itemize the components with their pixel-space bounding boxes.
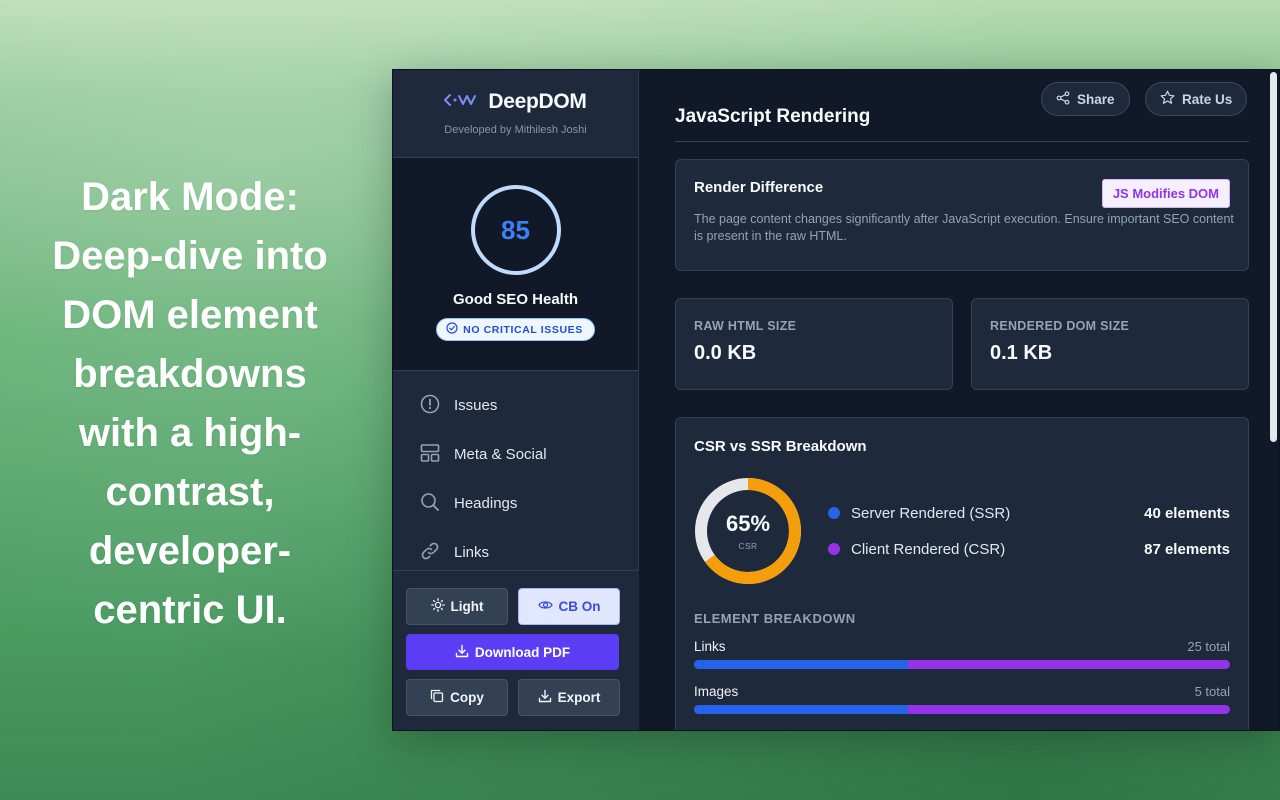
section-label: ELEMENT BREAKDOWN (694, 611, 856, 626)
js-modifies-badge: JS Modifies DOM (1101, 179, 1230, 208)
bar-track (694, 660, 1230, 669)
stat-value: 0.0 KB (694, 342, 757, 364)
scrollbar[interactable] (1267, 70, 1279, 730)
copy-label: Copy (450, 690, 484, 705)
sidebar-footer: Light CB On Download PDF Copy Export (393, 570, 639, 730)
share-icon (1056, 90, 1070, 108)
breakdown-row-links: Links 25 total (694, 639, 1230, 669)
bar-ssr-fill (694, 705, 909, 714)
card-title: CSR vs SSR Breakdown (694, 438, 867, 455)
page-title: JavaScript Rendering (675, 106, 871, 127)
page-header: JavaScript Rendering Share Rate Us (675, 70, 1249, 142)
sidebar-nav: Issues Meta & Social Headings Links (393, 371, 638, 577)
promo-line: Deep-dive into (52, 234, 328, 278)
brand-header: DeepDOM Developed by Mithilesh Joshi (393, 70, 638, 158)
brand-name: DeepDOM (488, 90, 587, 113)
promo-line: DOM element (62, 293, 318, 337)
score-label: Good SEO Health (452, 291, 578, 308)
share-label: Share (1077, 91, 1115, 107)
donut-caption: CSR (738, 541, 758, 551)
search-icon (420, 492, 440, 516)
stat-label: RENDERED DOM SIZE (990, 319, 1130, 333)
bar-total: 5 total (1194, 684, 1230, 699)
bar-ssr-fill (694, 660, 909, 669)
sidebar-item-issues[interactable]: Issues (393, 381, 638, 430)
status-badge-label: NO CRITICAL ISSUES (463, 323, 583, 336)
status-badge: NO CRITICAL ISSUES (436, 318, 595, 341)
promo-line: breakdowns (73, 352, 307, 396)
bar-track (694, 705, 1230, 714)
link-icon (420, 541, 440, 565)
check-circle-icon (446, 322, 458, 337)
csr-donut-chart: 65% CSR (694, 477, 802, 585)
sidebar-item-label: Links (454, 544, 490, 561)
card-description: The page content changes significantly a… (694, 212, 1234, 243)
legend-ssr: Server Rendered (SSR) 40 elements (828, 503, 1230, 523)
export-button[interactable]: Export (518, 679, 620, 716)
colorblind-label: CB On (558, 599, 601, 614)
share-button[interactable]: Share (1041, 82, 1130, 116)
ssr-dot-icon (828, 507, 840, 519)
code-arrows-icon (444, 93, 480, 112)
sidebar-item-label: Headings (454, 495, 518, 512)
raw-html-size-card: RAW HTML SIZE 0.0 KB (675, 298, 953, 390)
download-pdf-label: Download PDF (474, 644, 571, 660)
legend-label: Client Rendered (CSR) (851, 540, 1006, 558)
rate-us-label: Rate Us (1182, 91, 1233, 107)
scrollbar-thumb[interactable] (1270, 72, 1277, 442)
download-icon (455, 644, 469, 661)
eye-icon (537, 599, 553, 614)
rate-us-button[interactable]: Rate Us (1145, 82, 1248, 116)
bar-total: 25 total (1187, 639, 1230, 654)
brand-subtitle: Developed by Mithilesh Joshi (444, 124, 587, 136)
copy-button[interactable]: Copy (406, 679, 508, 716)
main-panel: JavaScript Rendering Share Rate Us Rende… (639, 70, 1269, 730)
light-mode-button[interactable]: Light (406, 588, 508, 625)
legend-count: 87 elements (1144, 540, 1230, 558)
rendered-dom-size-card: RENDERED DOM SIZE 0.1 KB (971, 298, 1249, 390)
extension-window: DeepDOM Developed by Mithilesh Joshi 85 … (392, 69, 1280, 731)
bar-name: Links (694, 639, 726, 654)
layout-icon (420, 443, 440, 467)
stat-label: RAW HTML SIZE (694, 319, 797, 333)
colorblind-toggle-button[interactable]: CB On (518, 588, 620, 625)
download-pdf-button[interactable]: Download PDF (406, 634, 619, 670)
alert-circle-icon (420, 394, 440, 418)
promo-line: centric UI. (93, 588, 287, 632)
legend-count: 40 elements (1144, 504, 1230, 522)
score-ring: 85 (470, 185, 561, 275)
download-icon (538, 689, 552, 706)
export-label: Export (557, 690, 601, 705)
breakdown-row-images: Images 5 total (694, 684, 1230, 714)
sun-icon (430, 598, 445, 615)
sidebar: DeepDOM Developed by Mithilesh Joshi 85 … (393, 70, 639, 730)
star-icon (1160, 90, 1175, 108)
light-mode-label: Light (450, 599, 484, 614)
csr-dot-icon (828, 543, 840, 555)
csr-ssr-breakdown-card: CSR vs SSR Breakdown 65% CSR Server Rend… (675, 417, 1249, 730)
donut-percentage: 65% (725, 511, 771, 536)
promo-line: Dark Mode: (81, 175, 299, 219)
sidebar-item-label: Issues (454, 397, 498, 414)
promo-line: with a high- (78, 411, 302, 455)
score-value: 85 (501, 214, 530, 245)
seo-score-panel: 85 Good SEO Health NO CRITICAL ISSUES (393, 158, 638, 371)
promo-headline: Dark Mode: Deep-dive into DOM element br… (20, 168, 360, 640)
sidebar-item-meta-social[interactable]: Meta & Social (393, 430, 638, 479)
render-difference-card: Render Difference JS Modifies DOM The pa… (675, 159, 1249, 271)
stat-value: 0.1 KB (990, 342, 1053, 364)
sidebar-item-headings[interactable]: Headings (393, 479, 638, 528)
copy-icon (430, 689, 444, 706)
sidebar-item-label: Meta & Social (454, 446, 547, 463)
legend-csr: Client Rendered (CSR) 87 elements (828, 539, 1230, 559)
promo-line: developer- (88, 529, 292, 573)
bar-name: Images (694, 684, 739, 699)
promo-line: contrast, (105, 470, 275, 514)
legend-label: Server Rendered (SSR) (851, 504, 1011, 522)
